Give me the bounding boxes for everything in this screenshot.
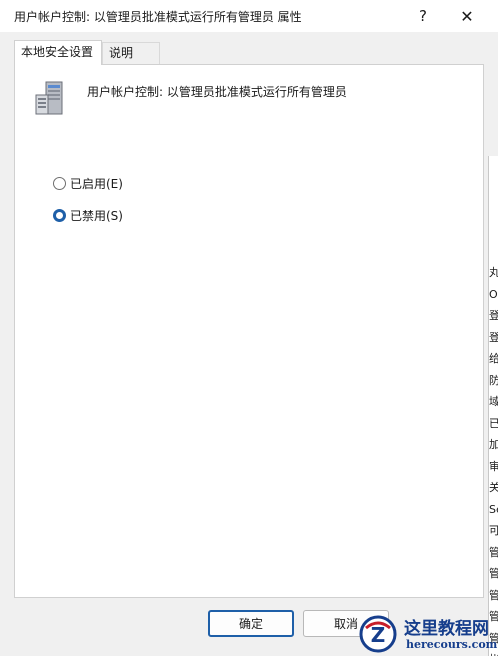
background-text-fragment: 已	[489, 417, 498, 431]
background-text-fragment: 可	[489, 524, 498, 538]
ok-button[interactable]: 确定	[208, 610, 294, 637]
background-text-fragment: 丸	[489, 266, 498, 280]
background-text-fragment: Ses	[489, 502, 498, 516]
background-text-fragment: 审	[489, 460, 498, 474]
background-text-fragment: 管	[489, 589, 498, 603]
enabled-option[interactable]: 已启用(E)	[53, 175, 123, 192]
enabled-label: 已启用(E)	[70, 177, 123, 191]
close-button[interactable]: ✕	[444, 0, 490, 32]
background-text-fragment: 登	[489, 331, 498, 345]
enabled-radio[interactable]	[53, 177, 66, 190]
background-text-fragment: 防	[489, 374, 498, 388]
background-text-fragment: 关	[489, 481, 498, 495]
disabled-label: 已禁用(S)	[70, 209, 123, 223]
watermark-title: 这里教程网	[404, 619, 489, 639]
properties-dialog: 用户帐户控制: 以管理员批准模式运行所有管理员 属性 ? ✕ 本地安全设置 说明…	[0, 0, 498, 656]
policy-title: 用户帐户控制: 以管理员批准模式运行所有管理员	[87, 85, 347, 99]
background-text-fragment: 管	[489, 567, 498, 581]
title-bar: 用户帐户控制: 以管理员批准模式运行所有管理员 属性 ? ✕	[0, 0, 498, 32]
background-text-fragment: 域	[489, 395, 498, 409]
background-text-fragment: OL	[489, 287, 498, 301]
disabled-radio[interactable]	[53, 209, 66, 222]
tab-local-security-setting[interactable]: 本地安全设置	[14, 40, 102, 65]
tab-panel: 用户帐户控制: 以管理员批准模式运行所有管理员 已启用(E) 已禁用(S)	[14, 64, 484, 598]
window-title: 用户帐户控制: 以管理员批准模式运行所有管理员 属性	[14, 10, 302, 24]
svg-text:Z: Z	[371, 623, 386, 647]
server-icon	[35, 81, 63, 115]
background-text-fragment: 加	[489, 438, 498, 452]
watermark-url: herecours.com	[406, 638, 498, 651]
tab-explain[interactable]: 说明	[102, 42, 160, 64]
site-logo-icon: Z	[359, 615, 397, 653]
background-window-edge: 丸OL登登给防域已加审关Ses可管管管管管帐	[488, 156, 498, 656]
background-text-fragment: 给	[489, 352, 498, 366]
background-text-fragment: 管	[489, 546, 498, 560]
watermark: Z 这里教程网 herecours.com	[356, 612, 498, 656]
background-text-fragment: 登	[489, 309, 498, 323]
help-button[interactable]: ?	[400, 0, 446, 32]
disabled-option[interactable]: 已禁用(S)	[53, 207, 123, 224]
